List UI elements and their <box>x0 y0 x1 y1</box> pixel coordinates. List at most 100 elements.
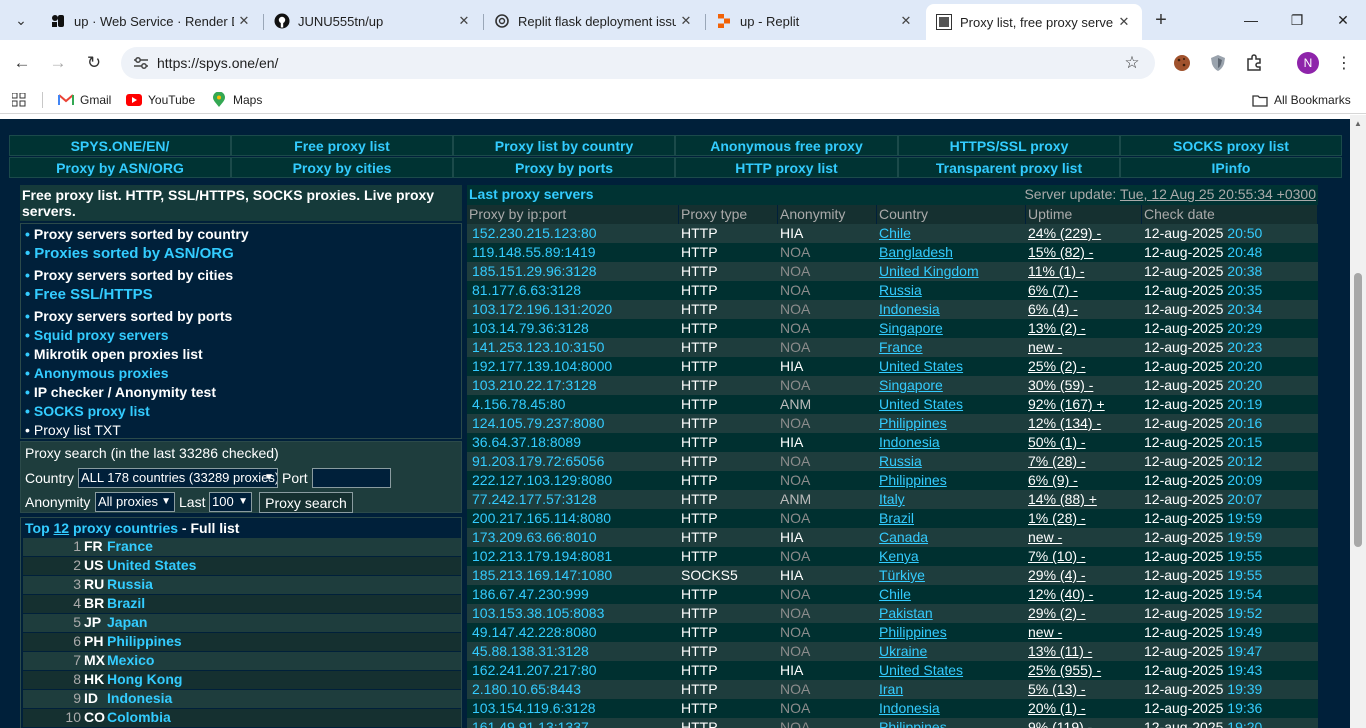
proxy-search-button[interactable]: Proxy search <box>259 492 353 513</box>
cookie-extension-icon[interactable] <box>1171 52 1193 74</box>
proxy-country-link[interactable]: United States <box>879 395 963 414</box>
menu-kebab-icon[interactable]: ⋮ <box>1334 52 1354 74</box>
last-select[interactable]: 100 ▼ <box>209 492 252 512</box>
proxy-uptime-link[interactable]: new - <box>1028 623 1062 642</box>
link-ip-checker[interactable]: • IP checker / Anonymity test <box>25 384 216 400</box>
proxy-country-link[interactable]: United States <box>879 357 963 376</box>
link-proxy-txt[interactable]: • Proxy list TXT <box>25 422 121 438</box>
proxy-uptime-link[interactable]: 12% (134) - <box>1028 414 1101 433</box>
proxy-uptime-link[interactable]: new - <box>1028 338 1062 357</box>
proxy-country-link[interactable]: Iran <box>879 680 903 699</box>
proxy-country-link[interactable]: Russia <box>879 281 922 300</box>
proxy-country-link[interactable]: Ukraine <box>879 642 927 661</box>
link-anonymous[interactable]: • Anonymous proxies <box>25 365 169 381</box>
tab-spys[interactable]: Proxy list, free proxy servers ✕ <box>926 4 1142 40</box>
country-link[interactable]: United States <box>107 557 196 573</box>
back-icon[interactable]: ← <box>10 51 34 75</box>
proxy-country-link[interactable]: Philippines <box>879 414 947 433</box>
country-link[interactable]: Hong Kong <box>107 671 182 687</box>
apps-grid-icon[interactable] <box>12 91 26 109</box>
bookmark-youtube[interactable]: YouTube <box>126 91 195 109</box>
proxy-uptime-link[interactable]: 6% (9) - <box>1028 471 1078 490</box>
menu-anonymous-proxy[interactable]: Anonymous free proxy <box>675 135 898 156</box>
proxy-country-link[interactable]: Chile <box>879 224 911 243</box>
proxy-country-link[interactable]: Indonesia <box>879 699 940 718</box>
link-squid[interactable]: • Squid proxy servers <box>25 327 169 343</box>
server-update-date[interactable]: Tue, 12 Aug 25 20:55:34 +0300 <box>1120 186 1316 202</box>
scrollbar-thumb[interactable] <box>1354 273 1362 547</box>
top-count-link[interactable]: 12 <box>54 520 70 536</box>
proxy-country-link[interactable]: Brazil <box>879 509 914 528</box>
tab-render[interactable]: up · Web Service · Render Dashboard ✕ <box>40 6 262 36</box>
menu-spys-one[interactable]: SPYS.ONE/EN/ <box>9 135 231 156</box>
country-select[interactable]: ALL 178 countries (33289 proxies) ▼ <box>78 468 278 488</box>
proxy-uptime-link[interactable]: 14% (88) + <box>1028 490 1097 509</box>
proxy-country-link[interactable]: Philippines <box>879 718 947 728</box>
proxy-country-link[interactable]: Türkiye <box>879 566 925 585</box>
all-bookmarks[interactable]: All Bookmarks <box>1252 91 1351 109</box>
menu-https-ssl-proxy[interactable]: HTTPS/SSL proxy <box>898 135 1120 156</box>
proxy-uptime-link[interactable]: 13% (2) - <box>1028 319 1086 338</box>
proxy-uptime-link[interactable]: 7% (10) - <box>1028 547 1086 566</box>
bookmark-star-icon[interactable]: ☆ <box>1121 52 1143 74</box>
proxy-country-link[interactable]: Chile <box>879 585 911 604</box>
close-icon[interactable]: ✕ <box>234 11 254 31</box>
country-link[interactable]: Indonesia <box>107 690 172 706</box>
close-icon[interactable]: ✕ <box>1114 12 1134 32</box>
proxy-uptime-link[interactable]: 25% (955) - <box>1028 661 1101 680</box>
port-input[interactable] <box>312 468 391 488</box>
menu-free-proxy-list[interactable]: Free proxy list <box>231 135 453 156</box>
minimize-icon[interactable]: — <box>1239 8 1263 32</box>
address-bar[interactable]: https://spys.one/en/ ☆ <box>121 47 1155 79</box>
proxy-country-link[interactable]: Kenya <box>879 547 919 566</box>
scroll-up-icon[interactable]: ▲ <box>1354 120 1362 128</box>
proxy-country-link[interactable]: Italy <box>879 490 905 509</box>
proxy-uptime-link[interactable]: 20% (1) - <box>1028 699 1086 718</box>
link-by-ports[interactable]: • Proxy servers sorted by ports <box>25 308 232 324</box>
tab-github[interactable]: JUNU555tn/up ✕ <box>264 6 482 36</box>
proxy-country-link[interactable]: Canada <box>879 528 928 547</box>
proxy-uptime-link[interactable]: new - <box>1028 528 1062 547</box>
proxy-country-link[interactable]: France <box>879 338 923 357</box>
proxy-uptime-link[interactable]: 25% (2) - <box>1028 357 1086 376</box>
bookmark-gmail[interactable]: Gmail <box>58 91 111 109</box>
bookmark-maps[interactable]: Maps <box>211 91 262 109</box>
proxy-uptime-link[interactable]: 12% (40) - <box>1028 585 1093 604</box>
menu-proxy-by-asn[interactable]: Proxy by ASN/ORG <box>9 157 231 178</box>
link-ssl-https[interactable]: • Free SSL/HTTPS <box>25 286 153 303</box>
proxy-uptime-link[interactable]: 7% (28) - <box>1028 452 1086 471</box>
menu-proxy-by-ports[interactable]: Proxy by ports <box>453 157 675 178</box>
proxy-country-link[interactable]: Pakistan <box>879 604 933 623</box>
link-by-asn[interactable]: • Proxies sorted by ASN/ORG <box>25 245 234 262</box>
proxy-uptime-link[interactable]: 11% (1) - <box>1028 262 1085 281</box>
proxy-country-link[interactable]: Philippines <box>879 471 947 490</box>
proxy-country-link[interactable]: Singapore <box>879 319 943 338</box>
close-icon[interactable]: ✕ <box>454 11 474 31</box>
proxy-country-link[interactable]: Russia <box>879 452 922 471</box>
site-info-icon[interactable] <box>131 53 151 73</box>
extensions-puzzle-icon[interactable] <box>1243 52 1265 74</box>
link-socks[interactable]: • SOCKS proxy list <box>25 403 150 419</box>
proxy-country-link[interactable]: United Kingdom <box>879 262 979 281</box>
link-by-country[interactable]: • Proxy servers sorted by country <box>25 226 249 242</box>
restore-icon[interactable]: ❐ <box>1285 8 1309 32</box>
proxy-country-link[interactable]: Singapore <box>879 376 943 395</box>
country-link[interactable]: Colombia <box>107 709 171 725</box>
menu-http-proxy-list[interactable]: HTTP proxy list <box>675 157 898 178</box>
proxy-country-link[interactable]: Indonesia <box>879 300 940 319</box>
link-by-cities[interactable]: • Proxy servers sorted by cities <box>25 267 233 283</box>
menu-socks-proxy-list[interactable]: SOCKS proxy list <box>1120 135 1342 156</box>
tab-chatgpt[interactable]: Replit flask deployment issue ✕ <box>484 6 704 36</box>
close-icon[interactable]: ✕ <box>896 11 916 31</box>
window-close-icon[interactable]: ✕ <box>1331 8 1355 32</box>
menu-proxy-by-cities[interactable]: Proxy by cities <box>231 157 453 178</box>
tab-replit[interactable]: up - Replit ✕ <box>706 6 924 36</box>
proxy-uptime-link[interactable]: 50% (1) - <box>1028 433 1086 452</box>
proxy-uptime-link[interactable]: 6% (7) - <box>1028 281 1078 300</box>
close-icon[interactable]: ✕ <box>676 11 696 31</box>
country-link[interactable]: Mexico <box>107 652 154 668</box>
menu-proxy-by-country[interactable]: Proxy list by country <box>453 135 675 156</box>
proxy-uptime-link[interactable]: 29% (4) - <box>1028 566 1086 585</box>
country-link[interactable]: Philippines <box>107 633 182 649</box>
reload-icon[interactable]: ↻ <box>82 51 106 75</box>
